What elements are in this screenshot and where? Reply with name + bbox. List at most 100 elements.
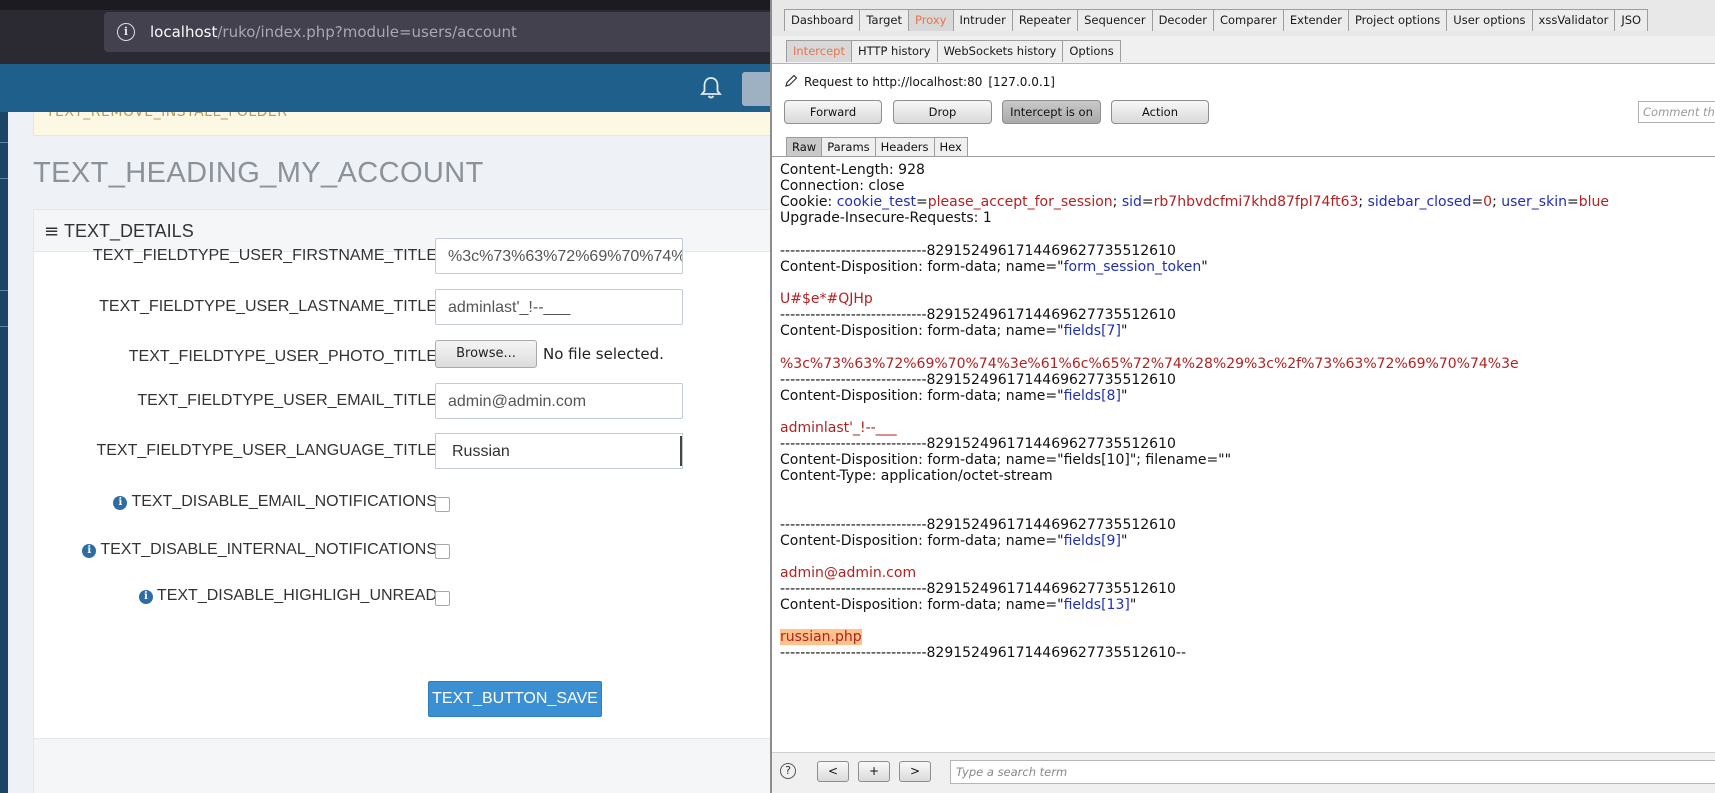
- request-tab-raw[interactable]: Raw: [786, 137, 823, 157]
- site-info-icon[interactable]: i: [117, 23, 135, 41]
- help-icon[interactable]: ?: [780, 763, 796, 779]
- language-label: TEXT_FIELDTYPE_USER_LANGUAGE_TITLE: [96, 442, 437, 459]
- header-line: Connection: close: [780, 178, 905, 194]
- tab-comparer[interactable]: Comparer: [1212, 9, 1284, 31]
- drop-button[interactable]: Drop: [893, 100, 992, 124]
- tab-sequencer[interactable]: Sequencer: [1077, 9, 1153, 31]
- app-header: [0, 64, 780, 112]
- proxy-tab-websockets-history[interactable]: WebSockets history: [936, 40, 1064, 62]
- action-button[interactable]: Action: [1111, 100, 1209, 124]
- email-input[interactable]: admin@admin.com: [435, 383, 683, 419]
- disable-email-label: i TEXT_DISABLE_EMAIL_NOTIFICATIONS: [113, 493, 437, 511]
- disable-internal-label: i TEXT_DISABLE_INTERNAL_NOTIFICATIONS: [82, 541, 437, 559]
- info-icon: i: [113, 496, 128, 510]
- cookie-name: cookie_test: [836, 194, 917, 210]
- menu-icon: ≡: [44, 221, 60, 242]
- disposition-line: Content-Disposition: form-data; name="fi…: [780, 323, 1128, 339]
- request-target-url: Request to http://localhost:80: [804, 75, 983, 89]
- request-target-ip: [127.0.0.1]: [988, 75, 1055, 89]
- address-bar-url[interactable]: localhost/ruko/index.php?module=users/ac…: [150, 23, 517, 41]
- save-button[interactable]: TEXT_BUTTON_SAVE: [428, 681, 602, 717]
- tab-extender[interactable]: Extender: [1282, 9, 1349, 31]
- sidebar-collapsed: [0, 112, 8, 793]
- disable-email-checkbox[interactable]: [435, 497, 450, 512]
- raw-request-editor[interactable]: Content-Length: 928 Connection: close Co…: [780, 162, 1715, 752]
- disposition-line: Content-Disposition: form-data; name="fi…: [780, 597, 1137, 613]
- boundary-line: -----------------------------82915249617…: [780, 581, 1176, 597]
- disposition-line: Content-Disposition: form-data; name="fi…: [780, 533, 1128, 549]
- main-content: TEXT_REMOVE_INSTALL_FOLDER TEXT_HEADING_…: [8, 112, 780, 793]
- header-line: Upgrade-Insecure-Requests: 1: [780, 210, 992, 226]
- browser-window: i localhost/ruko/index.php?module=users/…: [0, 0, 780, 793]
- request-tab-params[interactable]: Params: [821, 137, 876, 157]
- panel-title: TEXT_DETAILS: [64, 221, 194, 241]
- tab-target[interactable]: Target: [859, 9, 909, 31]
- tab-jso[interactable]: JSO: [1614, 9, 1649, 31]
- disable-email-text: TEXT_DISABLE_EMAIL_NOTIFICATIONS: [131, 493, 437, 510]
- proxy-tab-http-history[interactable]: HTTP history: [850, 40, 938, 62]
- tab-intruder[interactable]: Intruder: [952, 9, 1013, 31]
- intercept-toggle-button[interactable]: Intercept is on: [1002, 100, 1101, 124]
- request-tab-headers[interactable]: Headers: [874, 137, 935, 157]
- boundary-line: -----------------------------82915249617…: [780, 243, 1176, 259]
- lastname-input[interactable]: adminlast'_!--___: [435, 289, 683, 325]
- boundary-line: -----------------------------82915249617…: [780, 436, 1176, 452]
- boundary-line: -----------------------------82915249617…: [780, 307, 1176, 323]
- disposition-prefix: Content-Disposition: form-data; name=": [780, 533, 1064, 549]
- firstname-input[interactable]: %3c%73%63%72%69%70%74%3e%61%6c%65%72%74%…: [435, 238, 683, 274]
- proxy-tab-intercept[interactable]: Intercept: [786, 40, 852, 62]
- warning-alert: TEXT_REMOVE_INSTALL_FOLDER: [33, 112, 780, 136]
- field-name: fields[9]: [1063, 533, 1121, 549]
- field-value: adminlast'_!--___: [780, 420, 897, 436]
- comment-input[interactable]: Comment th: [1638, 101, 1715, 123]
- forward-button[interactable]: Forward: [784, 100, 882, 124]
- page-title: TEXT_HEADING_MY_ACCOUNT: [33, 157, 484, 189]
- proxy-tab-options[interactable]: Options: [1062, 40, 1121, 62]
- tab-proxy[interactable]: Proxy: [907, 9, 954, 31]
- cookie-name: sid: [1121, 194, 1142, 210]
- burp-window: Dashboard Target Proxy Intruder Repeater Sequ…: [770, 0, 1715, 793]
- sidebar-divider: [0, 142, 8, 143]
- browser-tab-strip: [0, 0, 780, 10]
- bell-icon[interactable]: [700, 76, 722, 100]
- photo-label: TEXT_FIELDTYPE_USER_PHOTO_TITLE: [128, 348, 437, 365]
- proxy-subtabbar: Intercept HTTP history WebSockets history O…: [772, 36, 1715, 64]
- no-file-text: No file selected.: [543, 345, 664, 363]
- search-bar: ? < + > Type a search term: [772, 752, 1715, 793]
- browse-button[interactable]: Browse...: [435, 340, 537, 368]
- request-target: Request to http://localhost:80 [127.0.0.1…: [784, 74, 1055, 89]
- request-tab-hex[interactable]: Hex: [933, 137, 968, 157]
- search-next-button[interactable]: >: [899, 761, 931, 782]
- search-prev-button[interactable]: <: [817, 761, 849, 782]
- disable-internal-checkbox[interactable]: [435, 544, 450, 559]
- tab-repeater[interactable]: Repeater: [1011, 9, 1079, 31]
- tab-decoder[interactable]: Decoder: [1151, 9, 1214, 31]
- disposition-line: Content-Disposition: form-data; name="fi…: [780, 452, 1232, 468]
- cookie-value: rb7hbvdcfmi7khd87fpl74ft63: [1153, 194, 1359, 210]
- disposition-prefix: Content-Disposition: form-data; name=": [780, 388, 1064, 404]
- tab-project-options[interactable]: Project options: [1347, 9, 1448, 31]
- cookie-value: 0: [1483, 194, 1493, 210]
- field-name: fields[8]: [1063, 388, 1121, 404]
- field-value: russian.php: [780, 629, 862, 645]
- tab-dashboard[interactable]: Dashboard: [784, 9, 861, 31]
- field-name: form_session_token: [1063, 259, 1202, 275]
- field-value: %3c%73%63%72%69%70%74%3e%61%6c%65%72%74%…: [780, 356, 1519, 372]
- field-name: fields[7]: [1063, 323, 1121, 339]
- sidebar-divider: [0, 290, 8, 291]
- cookie-name: sidebar_closed: [1367, 194, 1472, 210]
- search-input[interactable]: Type a search term: [950, 760, 1715, 784]
- search-options-button[interactable]: +: [858, 761, 890, 782]
- tab-user-options[interactable]: User options: [1446, 9, 1533, 31]
- cookie-header-line: Cookie: cookie_test=please_accept_for_se…: [780, 194, 1609, 210]
- url-host: localhost: [150, 23, 218, 41]
- disable-highlight-checkbox[interactable]: [435, 591, 450, 606]
- boundary-end-line: -----------------------------82915249617…: [780, 645, 1187, 661]
- disable-highlight-text: TEXT_DISABLE_HIGHLIGH_UNREAD: [156, 587, 437, 604]
- pencil-icon: [785, 74, 798, 87]
- address-bar[interactable]: i localhost/ruko/index.php?module=users/…: [104, 12, 780, 52]
- select-arrow-icon: [678, 436, 682, 466]
- tab-xssvalidator[interactable]: xssValidator: [1531, 9, 1616, 31]
- language-select[interactable]: Russian: [435, 433, 683, 469]
- info-icon: i: [82, 544, 97, 558]
